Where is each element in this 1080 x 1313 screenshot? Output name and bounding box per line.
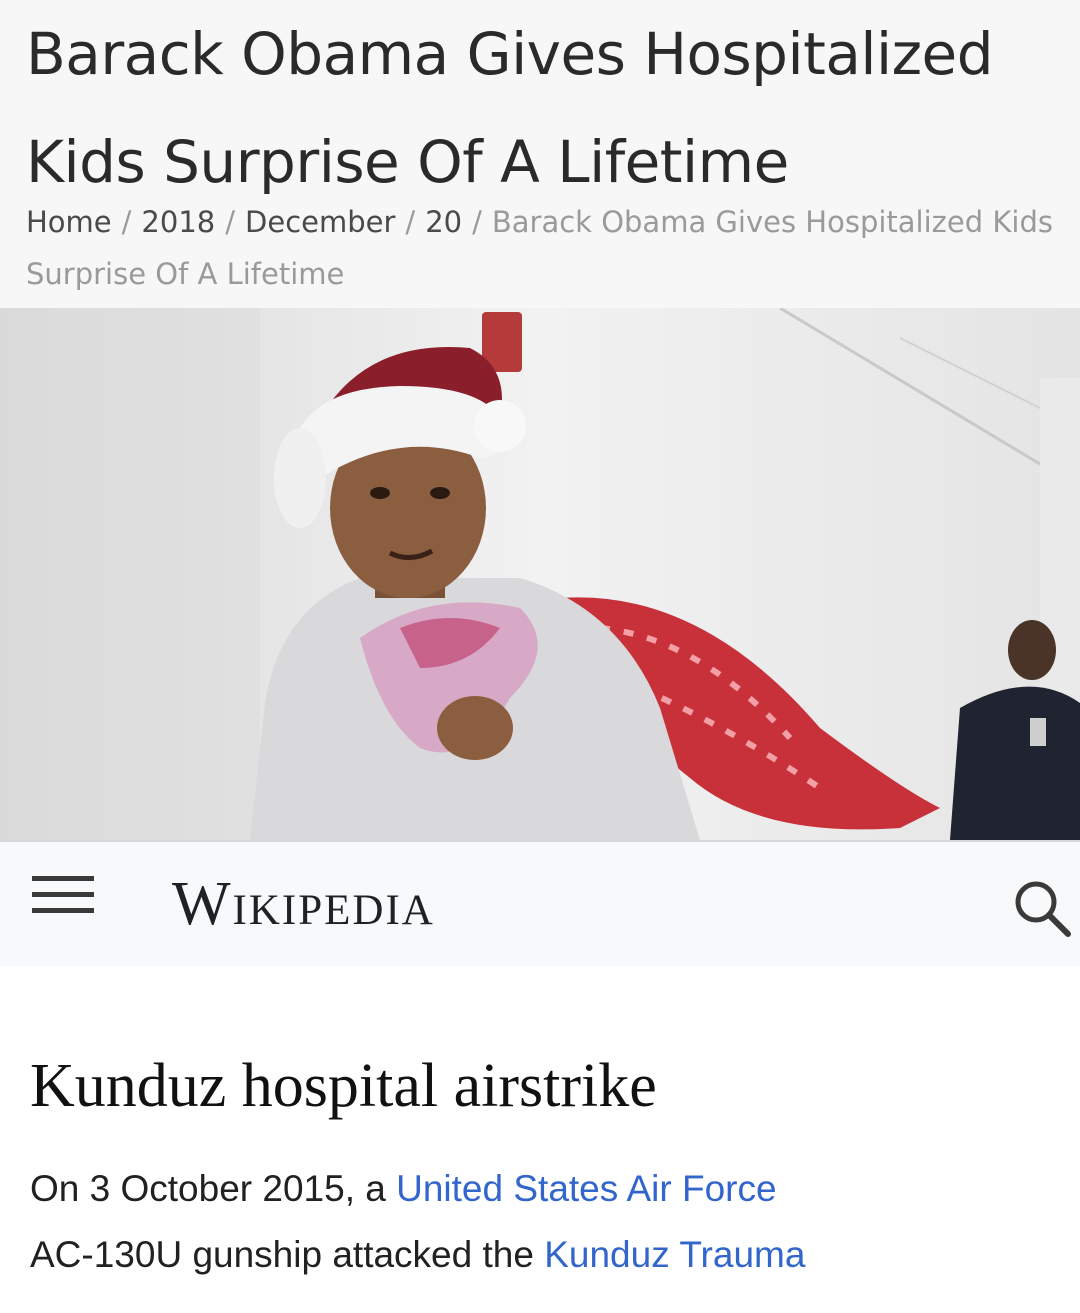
link-united-states-air-force[interactable]: United States Air Force bbox=[396, 1168, 776, 1209]
breadcrumb-month-link[interactable]: December bbox=[245, 205, 395, 239]
page-title: Kunduz hospital airstrike bbox=[30, 1052, 657, 1120]
breadcrumb-separator: / bbox=[225, 205, 236, 239]
link-kunduz-trauma[interactable]: Kunduz Trauma bbox=[544, 1234, 805, 1275]
breadcrumb-year-link[interactable]: 2018 bbox=[141, 205, 215, 239]
breadcrumb: Home/2018/December/20/Barack Obama Gives… bbox=[26, 196, 1066, 300]
summary-text: AC-130U gunship attacked the bbox=[30, 1234, 545, 1275]
photo-illustration bbox=[0, 308, 1080, 840]
article-summary: On 3 October 2015, a United States Air F… bbox=[30, 1156, 1070, 1288]
article-photo bbox=[0, 308, 1080, 840]
news-article-header: Barack Obama Gives Hospitalized Kids Sur… bbox=[0, 0, 1080, 308]
breadcrumb-home-link[interactable]: Home bbox=[26, 205, 112, 239]
wikipedia-article: Kunduz hospital airstrike On 3 October 2… bbox=[0, 966, 1080, 1313]
breadcrumb-separator: / bbox=[405, 205, 416, 239]
wikipedia-mobile-header: Wikipedia bbox=[0, 840, 1080, 968]
summary-text: On 3 October 2015, a bbox=[30, 1168, 397, 1209]
breadcrumb-day-link[interactable]: 20 bbox=[425, 205, 462, 239]
breadcrumb-separator: / bbox=[472, 205, 482, 239]
breadcrumb-separator: / bbox=[121, 205, 132, 239]
hamburger-menu-icon[interactable] bbox=[32, 876, 94, 930]
wikipedia-wordmark[interactable]: Wikipedia bbox=[172, 864, 435, 944]
search-icon[interactable] bbox=[1010, 876, 1074, 940]
article-headline: Barack Obama Gives Hospitalized Kids Sur… bbox=[26, 20, 994, 196]
